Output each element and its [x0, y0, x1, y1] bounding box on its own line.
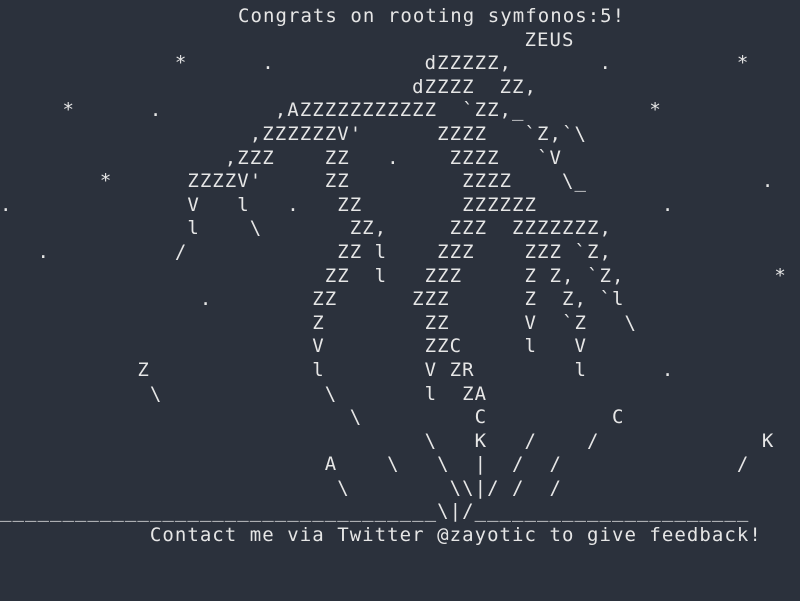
- ascii-art-line: . / ZZ l ZZZ ZZZ `Z,: [0, 240, 612, 263]
- ascii-art-line: l \ ZZ, ZZZ ZZZZZZZ,: [0, 217, 612, 240]
- ascii-art-line: * ZZZZV' ZZ ZZZZ \_ .: [0, 170, 775, 193]
- footer-message: Contact me via Twitter @zayotic to give …: [0, 524, 762, 547]
- ascii-art-line: \ \\|/ / /: [0, 476, 563, 499]
- ascii-art-line: A \ \ | / / /: [0, 453, 750, 476]
- ascii-art-line: dZZZZ ZZ,: [0, 75, 538, 98]
- ascii-art-line: Z l V ZR l .: [0, 358, 675, 381]
- ascii-art-line: . ZZ ZZZ Z Z, `l: [0, 288, 625, 311]
- ascii-art-line: * . ,AZZZZZZZZZZZ `ZZ,_ *: [0, 99, 662, 122]
- terminal-output: Congrats on rooting symfonos:5! ZEUS * .…: [0, 5, 787, 548]
- banner-title: Congrats on rooting symfonos:5!: [238, 5, 626, 27]
- terminal-window[interactable]: Congrats on rooting symfonos:5! ZEUS * .…: [0, 0, 800, 601]
- ascii-art-line: . V l . ZZ ZZZZZZ .: [0, 193, 675, 216]
- ascii-art-line: \ C C: [0, 406, 625, 429]
- ascii-art-line: \ K / / K: [0, 429, 775, 452]
- ascii-art-line: ,ZZZ ZZ . ZZZZ `V: [0, 146, 563, 169]
- ascii-art-line: \ \ l ZA: [0, 382, 488, 405]
- ascii-art-line: Z ZZ V `Z \: [0, 311, 637, 334]
- ascii-art-line: ZEUS: [0, 28, 575, 51]
- ascii-art-line: * . dZZZZZ, . *: [0, 52, 750, 75]
- ascii-art-line: ZZ l ZZZ Z Z, `Z, *: [0, 264, 787, 287]
- ascii-art-line: V ZZC l V: [0, 335, 587, 358]
- divider-line: ___________________________________\|/__…: [0, 500, 750, 523]
- ascii-art-line: ,ZZZZZZV' ZZZZ `Z,`\: [0, 122, 587, 145]
